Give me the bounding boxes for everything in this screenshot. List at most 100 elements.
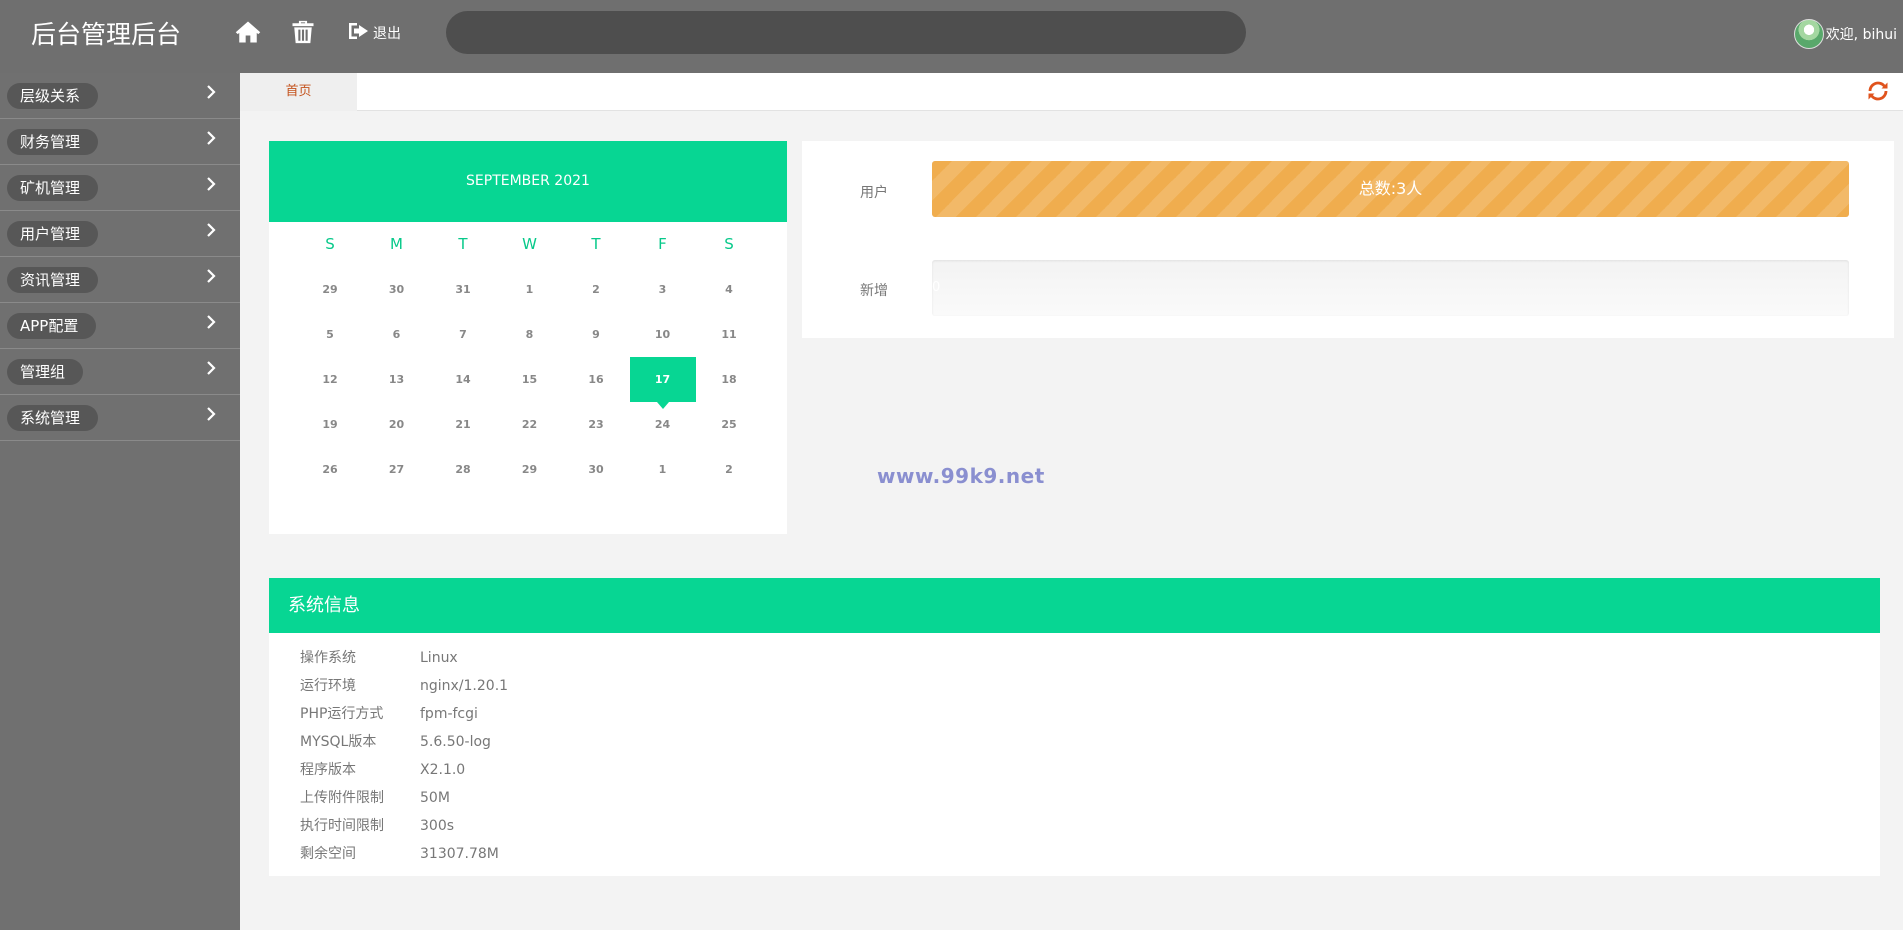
system-info-row: 上传附件限制 50M [300, 784, 900, 812]
calendar-day[interactable]: 20 [364, 402, 430, 447]
calendar-day[interactable]: 30 [364, 267, 430, 312]
sidebar-item-app-config[interactable]: APP配置 [0, 303, 240, 349]
system-info-panel: 系统信息 操作系统 Linux 运行环境 nginx/1.20.1 PHP运行方式 fpm… [269, 578, 1880, 876]
system-info-key: 运行环境 [300, 678, 356, 694]
sidebar-item-finance[interactable]: 财务管理 [0, 119, 240, 165]
calendar-day[interactable]: 2 [563, 267, 629, 312]
calendar-weekday: F [658, 235, 667, 253]
calendar-weekday-row: SMTWTFS [269, 222, 787, 267]
home-icon[interactable] [234, 18, 262, 46]
system-info-row: PHP运行方式 fpm-fcgi [300, 700, 900, 728]
calendar-day[interactable]: 2 [696, 447, 762, 492]
refresh-icon[interactable] [1866, 79, 1890, 103]
logout-icon [349, 23, 368, 39]
calendar-day[interactable]: 25 [696, 402, 762, 447]
calendar-day[interactable]: 11 [696, 312, 762, 357]
chevron-right-icon [204, 267, 218, 285]
calendar-day[interactable]: 3 [630, 267, 696, 312]
calendar-day[interactable]: 14 [430, 357, 496, 402]
stats-panel: 用户 总数:3人 新增 0 [802, 141, 1894, 338]
chevron-right-icon [204, 129, 218, 147]
new-progress-bar: 0 [932, 260, 1849, 316]
calendar-week-row: 5 6 7 8 9 10 11 [269, 312, 787, 357]
user-menu[interactable]: 欢迎, bihui [1793, 19, 1897, 49]
calendar-day[interactable]: 5 [297, 312, 363, 357]
sidebar-item-hierarchy[interactable]: 层级关系 [0, 73, 240, 119]
sidebar-item-label: 矿机管理 [7, 175, 99, 201]
chevron-right-icon [204, 221, 218, 239]
sidebar-item-news[interactable]: 资讯管理 [0, 257, 240, 303]
sidebar-item-users[interactable]: 用户管理 [0, 211, 240, 257]
system-info-row: 运行环境 nginx/1.20.1 [300, 672, 900, 700]
tab-bar: 首页 [240, 73, 1903, 111]
system-info-value: X2.1.0 [420, 762, 466, 778]
sidebar-item-miners[interactable]: 矿机管理 [0, 165, 240, 211]
sidebar: 层级关系 财务管理 矿机管理 用户管理 资讯管理 APP配置 管理组 系统管理 [0, 73, 240, 930]
chevron-right-icon [204, 313, 218, 331]
calendar-day[interactable]: 22 [497, 402, 563, 447]
calendar-day[interactable]: 18 [696, 357, 762, 402]
avatar[interactable] [1793, 19, 1824, 49]
system-info-row: MYSQL版本 5.6.50-log [300, 728, 900, 756]
calendar-day[interactable]: 29 [297, 267, 363, 312]
calendar-day[interactable]: 24 [630, 402, 696, 447]
calendar-day[interactable]: 1 [630, 447, 696, 492]
users-progress-fill: 总数:3人 [932, 161, 1849, 217]
chevron-right-icon [204, 83, 218, 101]
calendar-day[interactable]: 28 [430, 447, 496, 492]
calendar-day[interactable]: 4 [696, 267, 762, 312]
calendar-week-row: 26 27 28 29 30 1 2 [269, 447, 787, 492]
calendar-month-title: SEPTEMBER 2021 [269, 141, 787, 222]
sidebar-item-label: 财务管理 [7, 129, 99, 155]
calendar-day[interactable]: 1 [497, 267, 563, 312]
calendar-week-row: 12 13 14 15 16 17 18 [269, 357, 787, 409]
calendar-day[interactable]: 27 [364, 447, 430, 492]
watermark-text: www.99k9.net [877, 464, 1045, 488]
system-info-key: 剩余空间 [300, 846, 356, 862]
sidebar-item-label: 层级关系 [7, 83, 99, 109]
calendar-day[interactable]: 21 [430, 402, 496, 447]
calendar-weekday: W [522, 235, 537, 253]
calendar-day[interactable]: 30 [563, 447, 629, 492]
brand-title: 后台管理后台 [31, 20, 182, 49]
calendar-day[interactable]: 26 [297, 447, 363, 492]
sidebar-item-system[interactable]: 系统管理 [0, 395, 240, 441]
system-info-value: 300s [420, 818, 455, 834]
logout-button[interactable]: 退出 [346, 19, 401, 43]
calendar-day[interactable]: 12 [297, 357, 363, 402]
calendar-day[interactable]: 9 [563, 312, 629, 357]
chevron-right-icon [204, 405, 218, 423]
calendar-day[interactable]: 31 [430, 267, 496, 312]
users-progress-bar: 总数:3人 [932, 161, 1849, 217]
sidebar-item-label: 管理组 [7, 359, 84, 385]
calendar-weekday: T [458, 235, 468, 253]
system-info-key: PHP运行方式 [300, 706, 384, 722]
tab-home[interactable]: 首页 [240, 73, 357, 111]
calendar-day[interactable]: 7 [430, 312, 496, 357]
calendar-day[interactable]: 29 [497, 447, 563, 492]
calendar-day[interactable]: 15 [497, 357, 563, 402]
calendar-widget: SEPTEMBER 2021 S M T W T F S 29 30 31 1 2 3 4 5 6 7 8 9 10 1… [269, 141, 787, 534]
trash-icon[interactable] [289, 18, 317, 46]
calendar-day-selected[interactable]: 17 [629, 357, 696, 409]
calendar-day[interactable]: 13 [364, 357, 430, 402]
calendar-day[interactable]: 8 [497, 312, 563, 357]
system-info-key: 程序版本 [300, 762, 356, 778]
system-info-value: 5.6.50-log [420, 734, 491, 750]
search-input[interactable] [446, 11, 1246, 54]
calendar-day[interactable]: 10 [630, 312, 696, 357]
calendar-day[interactable]: 23 [563, 402, 629, 447]
top-bar: 后台管理后台 退出 欢迎, bihui [0, 0, 1903, 73]
system-info-key: 上传附件限制 [300, 790, 384, 806]
system-info-value: fpm-fcgi [420, 706, 478, 722]
calendar-day[interactable]: 16 [563, 357, 629, 402]
sidebar-item-label: 用户管理 [7, 221, 99, 247]
system-info-key: MYSQL版本 [300, 734, 377, 750]
calendar-weekday: S [325, 235, 335, 253]
system-info-value: 50M [420, 790, 450, 806]
system-info-value: Linux [420, 650, 458, 666]
calendar-day[interactable]: 6 [364, 312, 430, 357]
system-info-key: 执行时间限制 [300, 818, 384, 834]
calendar-day[interactable]: 19 [297, 402, 363, 447]
sidebar-item-admin-group[interactable]: 管理组 [0, 349, 240, 395]
